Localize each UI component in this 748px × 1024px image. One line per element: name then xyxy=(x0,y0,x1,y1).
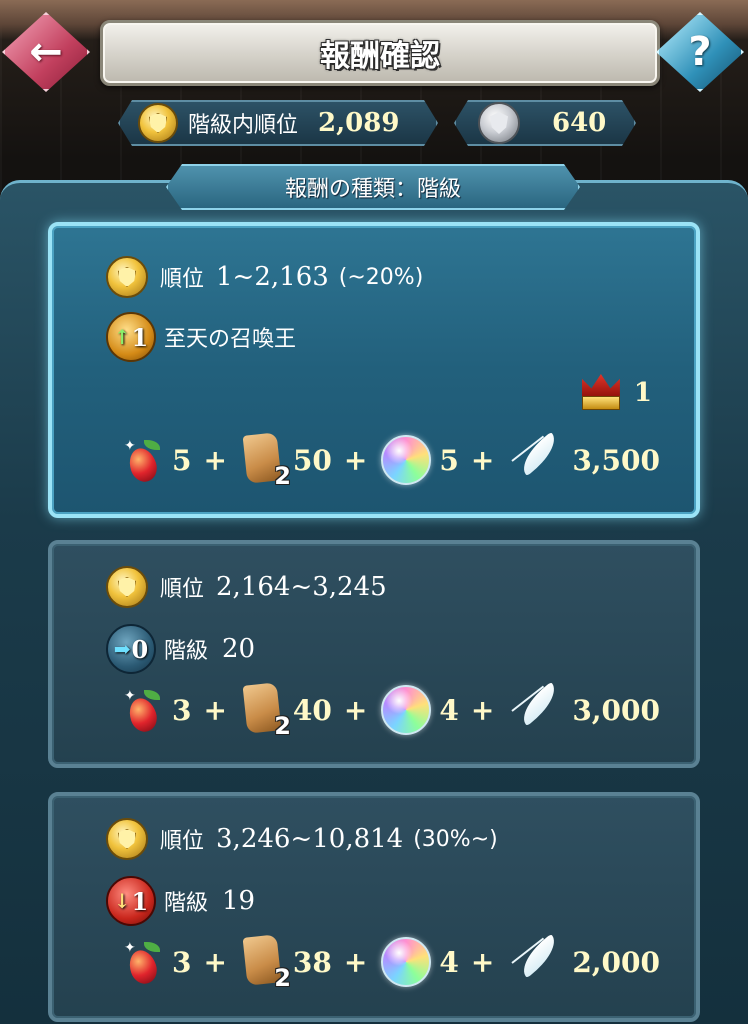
feather-icon xyxy=(508,681,564,734)
tier-up-badge-icon: ↑ 1 xyxy=(106,312,156,362)
reward-items: ✦ 5 + 2 50 + 5 + 3,500 xyxy=(124,431,660,490)
reward-items: ✦ 3 + 2 40 + 4 + 3,000 xyxy=(124,681,660,740)
rank-label: 階級内順位 xyxy=(188,113,299,138)
crown-reward: 1 xyxy=(580,374,652,412)
reward-card-2[interactable]: 順位 2,164~3,245 ➡ 0 階級 20 ✦ 3 + 2 40 + 4 +… xyxy=(48,540,700,768)
tier-row: ↓ 1 階級 19 xyxy=(106,876,255,926)
page-title: 報酬確認 xyxy=(320,39,440,74)
orb-amount: 4 xyxy=(439,693,459,727)
reward-type-label: 報酬の種類：階級 xyxy=(284,177,461,202)
rank-range: 2,164~3,245 xyxy=(216,572,387,602)
rank-row: 順位 1~2,163 (~20%) xyxy=(106,256,423,298)
rank-label: 順位 xyxy=(160,267,205,292)
scroll-reward: 2 38 xyxy=(241,934,332,992)
fruit-amount: 5 xyxy=(171,443,192,477)
dew-fruit-reward: ✦ 3 xyxy=(124,688,192,736)
crown-count: 1 xyxy=(633,378,652,408)
fruit-amount: 3 xyxy=(171,945,192,979)
rank-label: 順位 xyxy=(160,829,205,854)
tier-name: 至天の召喚王 xyxy=(164,327,297,352)
reward-card-3[interactable]: 順位 3,246~10,814 (30%~) ↓ 1 階級 19 ✦ 3 + 2 … xyxy=(48,792,700,1022)
reward-items: ✦ 3 + 2 38 + 4 + 2,000 xyxy=(124,933,660,992)
back-arrow-icon: ← xyxy=(29,29,63,75)
orb-reward: 5 xyxy=(381,435,459,485)
orb-reward: 4 xyxy=(381,937,459,987)
score-value: 640 xyxy=(552,108,607,138)
fruit-amount: 3 xyxy=(171,693,192,727)
gold-shield-coin-icon xyxy=(106,818,148,860)
rank-label: 順位 xyxy=(160,577,205,602)
feather-reward: 3,000 xyxy=(508,681,660,734)
fruit-icon: ✦ xyxy=(124,940,164,988)
score-pill: 640 xyxy=(454,100,636,146)
scroll-icon: 2 xyxy=(241,682,291,740)
rank-value: 2,089 xyxy=(318,108,400,138)
rank-pill: 階級内順位 2,089 xyxy=(118,100,438,146)
reward-card-1[interactable]: 順位 1~2,163 (~20%) ↑ 1 至天の召喚王 1 ✦ 5 + 2 50… xyxy=(48,222,700,518)
scroll-reward: 2 50 xyxy=(241,432,332,490)
rank-range: 3,246~10,814 xyxy=(216,824,404,854)
feather-icon xyxy=(508,431,564,484)
orb-icon xyxy=(381,685,432,735)
rank-percent: (30%~) xyxy=(413,826,498,852)
scroll-amount: 38 xyxy=(292,945,332,979)
silver-shield-badge-icon xyxy=(478,102,520,144)
rank-range: 1~2,163 xyxy=(216,262,329,292)
tier-label: 階級 xyxy=(164,639,209,664)
tier-down-badge-icon: ↓ 1 xyxy=(106,876,156,926)
dew-fruit-reward: ✦ 5 xyxy=(124,438,192,486)
crown-icon xyxy=(580,374,622,412)
feather-reward: 3,500 xyxy=(508,431,660,484)
feather-icon xyxy=(508,933,564,986)
tier-number: 20 xyxy=(222,634,256,664)
gold-shield-coin-icon xyxy=(106,566,148,608)
gold-shield-coin-icon xyxy=(106,256,148,298)
rank-row: 順位 2,164~3,245 xyxy=(106,566,387,608)
orb-reward: 4 xyxy=(381,685,459,735)
feather-amount: 2,000 xyxy=(572,945,660,979)
reward-type-tab: 報酬の種類：階級 xyxy=(166,164,580,210)
rank-percent: (~20%) xyxy=(338,264,424,290)
orb-amount: 5 xyxy=(439,443,459,477)
scroll-amount: 50 xyxy=(292,443,332,477)
title-banner: 報酬確認 xyxy=(100,20,660,86)
tier-row: ➡ 0 階級 20 xyxy=(106,624,255,674)
fruit-icon: ✦ xyxy=(124,688,164,736)
gold-shield-coin-icon xyxy=(138,103,178,143)
tier-label: 階級 xyxy=(164,891,209,916)
feather-amount: 3,000 xyxy=(572,693,660,727)
scroll-amount: 40 xyxy=(292,693,332,727)
orb-amount: 4 xyxy=(439,945,459,979)
dew-fruit-reward: ✦ 3 xyxy=(124,940,192,988)
tier-stay-badge-icon: ➡ 0 xyxy=(106,624,156,674)
feather-reward: 2,000 xyxy=(508,933,660,986)
feather-amount: 3,500 xyxy=(572,443,660,477)
tier-number: 19 xyxy=(222,886,256,916)
tier-row: ↑ 1 至天の召喚王 xyxy=(106,312,296,362)
orb-icon xyxy=(381,435,432,485)
scroll-reward: 2 40 xyxy=(241,682,332,740)
scroll-icon: 2 xyxy=(241,934,291,992)
scroll-icon: 2 xyxy=(241,432,291,490)
fruit-icon: ✦ xyxy=(124,438,164,486)
rank-row: 順位 3,246~10,814 (30%~) xyxy=(106,818,498,860)
orb-icon xyxy=(381,937,432,987)
question-mark-icon: ? xyxy=(688,29,712,75)
